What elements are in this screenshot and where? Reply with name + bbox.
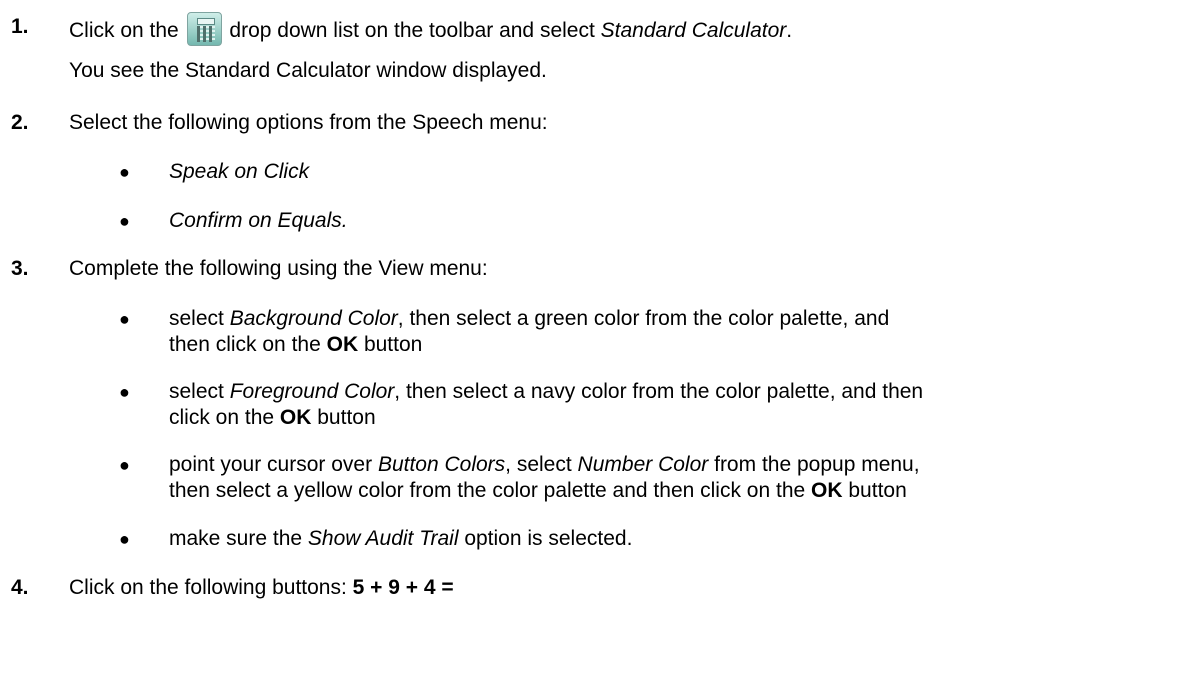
step-number: 3. (11, 257, 29, 280)
bullet-dot: ● (119, 455, 130, 475)
bullet-dot: ● (119, 309, 130, 329)
bullet-dot: ● (119, 529, 130, 549)
step-number: 4. (11, 576, 29, 599)
calculator-icon[interactable] (186, 12, 222, 46)
bullet-dot: ● (119, 162, 130, 182)
step-text: Select the following options from the Sp… (69, 111, 548, 134)
step-text: Click on the drop down list on the toolb… (69, 12, 792, 46)
step-text: Click on the following buttons: 5 + 9 + … (69, 576, 454, 599)
step-number: 2. (11, 111, 29, 134)
bullet-dot: ● (119, 211, 130, 231)
bullet-dot: ● (119, 382, 130, 402)
step-text: Complete the following using the View me… (69, 257, 488, 280)
step-number: 1. (11, 15, 29, 38)
